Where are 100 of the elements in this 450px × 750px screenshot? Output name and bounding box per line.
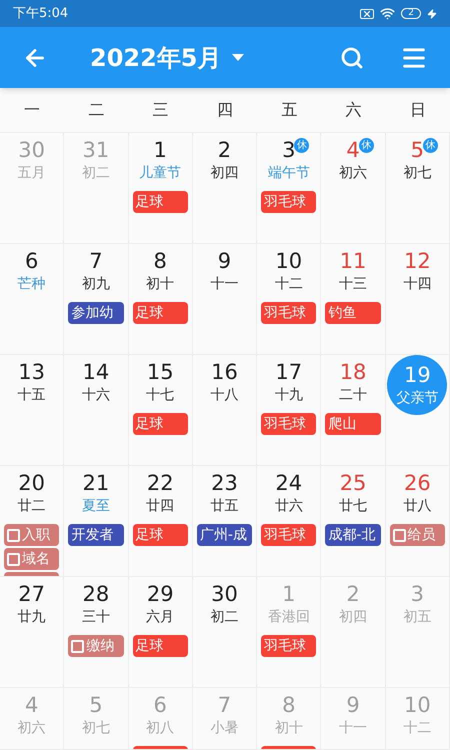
- lunar-date: 初五: [403, 608, 432, 627]
- event-tag[interactable]: 开发者: [68, 524, 124, 546]
- day-number: 10: [404, 692, 431, 718]
- day-number: 7: [89, 248, 103, 274]
- event-tag[interactable]: 钓鱼: [325, 302, 381, 324]
- lunar-date: 端午节: [268, 164, 310, 183]
- lunar-date: 初八: [146, 719, 174, 738]
- day-cell[interactable]: 1 儿童节 足球: [128, 133, 193, 244]
- day-number: 19: [404, 362, 431, 388]
- day-cell[interactable]: 10 十二 羽毛球: [257, 244, 322, 355]
- day-number: 16: [211, 359, 238, 385]
- lunar-date: 小暑: [210, 719, 238, 738]
- day-number: 2: [346, 581, 360, 607]
- day-number: 21: [82, 470, 110, 496]
- todo-label: 入职: [22, 526, 50, 545]
- day-number: 4: [24, 692, 38, 718]
- weekday-label: 三: [152, 99, 170, 121]
- day-number: 11: [340, 248, 366, 274]
- day-number: 26: [404, 470, 431, 496]
- lunar-date: 十九: [274, 386, 303, 405]
- day-cell[interactable]: 13 十五: [0, 355, 64, 466]
- day-cell[interactable]: 15 十七 足球: [128, 355, 193, 466]
- day-cell[interactable]: 12 十四: [386, 244, 450, 355]
- day-number: 14: [82, 359, 110, 385]
- event-tag[interactable]: 爬山: [325, 413, 381, 435]
- checkbox-icon[interactable]: [71, 640, 84, 652]
- weekday-label: 六: [344, 99, 363, 121]
- charging-icon: [427, 8, 437, 18]
- event-tag[interactable]: 参加幼: [68, 302, 124, 324]
- todo-label: 域名: [22, 550, 50, 569]
- lunar-date: 六月: [146, 608, 174, 627]
- day-number: 12: [404, 248, 431, 274]
- day-number: 24: [275, 470, 302, 496]
- rest-badge: 休: [358, 138, 374, 153]
- day-number: 3: [410, 581, 424, 607]
- event-tag[interactable]: 足球: [132, 635, 188, 657]
- checkbox-icon[interactable]: [7, 528, 20, 542]
- day-cell[interactable]: 1 香港回 羽毛球: [257, 577, 322, 688]
- search-icon[interactable]: [340, 46, 364, 70]
- event-tag[interactable]: 羽毛球: [261, 635, 316, 657]
- caret-icon: [232, 54, 244, 61]
- day-number: 27: [18, 581, 45, 607]
- checkbox-icon[interactable]: [7, 552, 20, 566]
- day-cell[interactable]: 22 廿四 足球: [128, 466, 193, 577]
- day-cell[interactable]: 18 二十 爬山: [321, 355, 386, 466]
- day-cell[interactable]: 8 初十 足球: [128, 244, 193, 355]
- day-number: 31: [82, 137, 110, 163]
- day-number: 6: [24, 248, 38, 274]
- event-tag[interactable]: 足球: [132, 524, 188, 546]
- day-cell[interactable]: 17 十九 羽毛球: [257, 355, 322, 466]
- lunar-date: 廿四: [146, 497, 174, 516]
- day-cell[interactable]: 23 廿五 广州-成: [192, 466, 258, 577]
- lunar-date: 廿六: [274, 497, 303, 516]
- checkbox-icon[interactable]: [392, 528, 406, 542]
- lunar-date: 十六: [82, 386, 110, 405]
- day-number: 5: [89, 692, 103, 718]
- day-number: 18: [340, 359, 366, 385]
- lunar-date: 芒种: [18, 275, 46, 294]
- day-cell[interactable]: 6 芒种: [0, 244, 64, 355]
- event-tag[interactable]: 足球: [132, 302, 188, 324]
- event-tag[interactable]: 成都-北: [325, 524, 381, 546]
- day-number: 2: [218, 137, 232, 163]
- day-cell[interactable]: 25 廿七 成都-北: [321, 466, 386, 577]
- day-cell[interactable]: 28 三十 缴纳: [64, 577, 129, 688]
- event-tag[interactable]: 足球: [132, 413, 188, 435]
- lunar-date: 初四: [210, 164, 238, 183]
- day-number: 8: [282, 692, 296, 718]
- weekday-label: 四: [216, 99, 234, 121]
- lunar-date: 三十: [82, 608, 110, 627]
- day-cell[interactable]: 2 初四: [192, 133, 258, 244]
- day-cell[interactable]: 29 六月 足球: [128, 577, 193, 688]
- day-number: 29: [146, 581, 174, 607]
- day-cell[interactable]: 9 十一: [192, 244, 258, 355]
- lunar-date: 十四: [403, 275, 432, 294]
- event-tag[interactable]: 羽毛球: [261, 524, 316, 546]
- day-cell[interactable]: 14 十六: [64, 355, 129, 466]
- day-number: 8: [154, 248, 167, 274]
- day-number: 10: [275, 248, 302, 274]
- day-cell[interactable]: 24 廿六 羽毛球: [257, 466, 322, 577]
- day-cell[interactable]: 20 廿二 入职 域名: [0, 466, 64, 577]
- weekday-label: 二: [87, 99, 106, 121]
- event-tag[interactable]: 羽毛球: [261, 191, 316, 213]
- lunar-date: 初七: [403, 164, 432, 183]
- day-cell[interactable]: 27 廿九: [0, 577, 64, 688]
- event-tag[interactable]: 广州-成: [196, 524, 252, 546]
- day-cell[interactable]: 30 初二: [192, 577, 258, 688]
- weekday-label: 一: [23, 99, 42, 121]
- day-cell[interactable]: 11 十三 钓鱼: [321, 244, 386, 355]
- day-cell[interactable]: 16 十八: [192, 355, 258, 466]
- event-tag[interactable]: 羽毛球: [261, 302, 316, 324]
- day-cell[interactable]: 21 夏至 开发者: [64, 466, 129, 577]
- day-number: 28: [82, 581, 110, 607]
- lunar-date: 初九: [82, 275, 110, 294]
- day-number: 23: [211, 470, 238, 496]
- event-tag[interactable]: 羽毛球: [261, 413, 316, 435]
- lunar-date: 初二: [210, 608, 238, 627]
- day-cell[interactable]: 26 廿八 给员: [386, 466, 450, 577]
- event-tag[interactable]: 足球: [132, 191, 188, 213]
- day-cell[interactable]: 7 初九 参加幼: [64, 244, 129, 355]
- sim-icon: [360, 8, 374, 18]
